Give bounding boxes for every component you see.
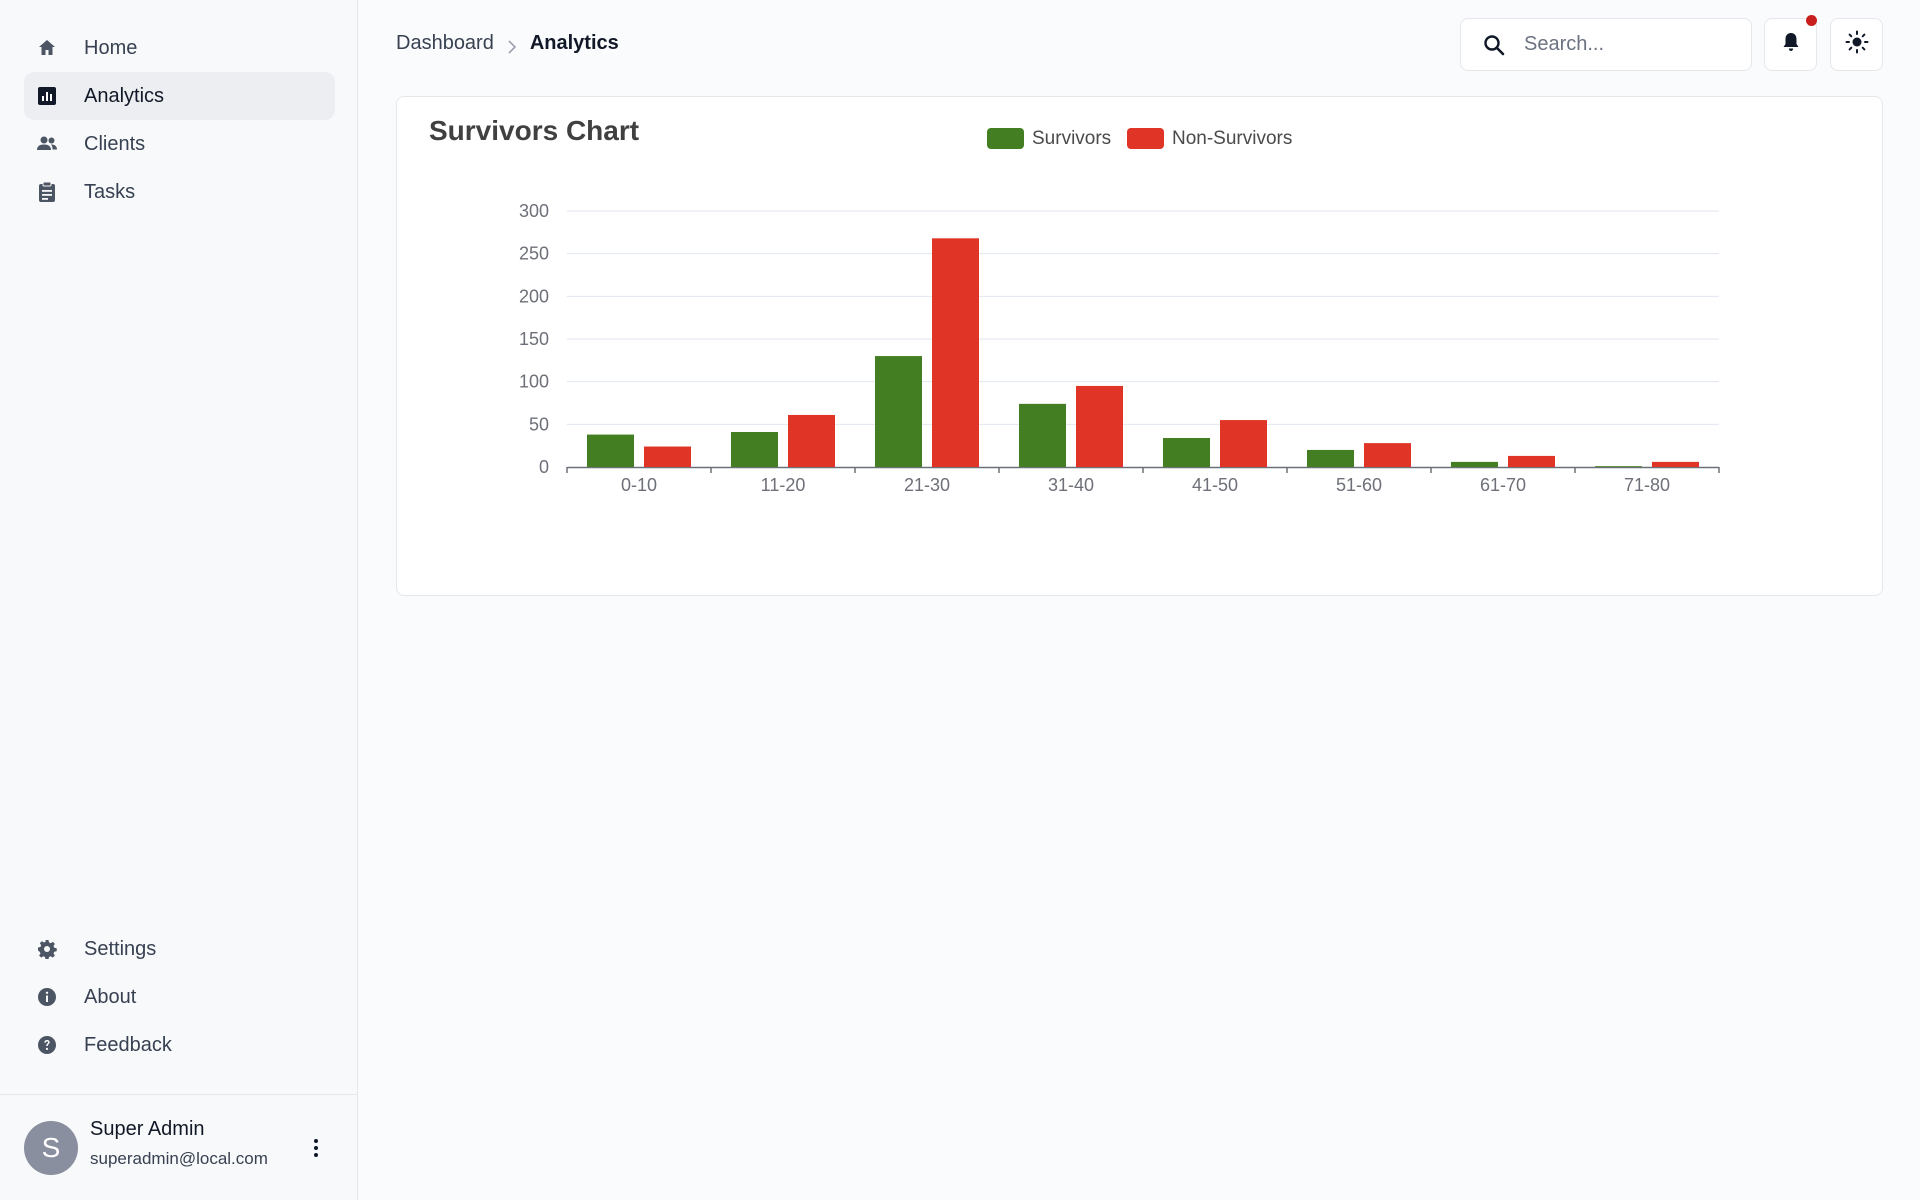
x-tick-label: 31-40: [1048, 475, 1094, 495]
x-tick-label: 0-10: [621, 475, 657, 495]
breadcrumb-dashboard-link[interactable]: Dashboard: [396, 32, 494, 55]
user-email: superadmin@local.com: [90, 1149, 268, 1168]
bar-non-survivors: [644, 446, 691, 467]
search-input[interactable]: [1522, 32, 1746, 57]
notification-dot: [1806, 15, 1817, 26]
sidebar-item-label: Tasks: [84, 180, 136, 203]
bell-icon: [1781, 31, 1801, 58]
y-tick-label: 150: [519, 329, 549, 349]
search-icon: [1482, 33, 1506, 57]
more-vertical-icon[interactable]: [306, 1133, 326, 1163]
gear-icon: [36, 938, 58, 960]
bar-survivors: [587, 434, 634, 467]
x-tick-label: 51-60: [1336, 475, 1382, 495]
sidebar-item-about[interactable]: About: [24, 973, 335, 1021]
chevron-right-icon: [506, 37, 518, 54]
sidebar-item-label: Analytics: [84, 84, 165, 107]
sidebar-item-tasks[interactable]: Tasks: [24, 168, 335, 216]
sidebar-item-label: Feedback: [84, 1033, 172, 1056]
y-tick-label: 100: [519, 372, 549, 392]
sidebar-item-label: Settings: [84, 937, 157, 960]
survivors-chart: Survivors Chart Survivors Non-Survivors 0 50…: [429, 115, 1720, 495]
x-tick-label: 71-80: [1624, 475, 1670, 495]
x-tick-label: 61-70: [1480, 475, 1526, 495]
sidebar-item-label: Clients: [84, 132, 146, 155]
bar-non-survivors: [1076, 385, 1123, 467]
bar-non-survivors: [1364, 443, 1411, 467]
bar-survivors: [1451, 461, 1498, 467]
sidebar-bottom-nav: Settings About Feedback: [24, 925, 335, 1069]
bar-survivors: [1595, 466, 1642, 467]
bar-survivors: [875, 356, 922, 467]
sidebar-item-analytics[interactable]: Analytics: [24, 72, 335, 120]
bar-survivors: [1307, 449, 1354, 467]
user-profile: S Super Admin superadmin@local.com: [0, 1094, 358, 1200]
sidebar: Home Analytics Clients Tasks Settings Ab…: [0, 0, 358, 1200]
x-tick-label: 21-30: [904, 475, 950, 495]
home-icon: [36, 37, 58, 59]
bar-non-survivors: [932, 238, 979, 467]
sidebar-item-settings[interactable]: Settings: [24, 925, 335, 973]
theme-toggle-button[interactable]: [1830, 18, 1883, 71]
y-tick-label: 50: [529, 414, 549, 434]
y-tick-label: 0: [539, 457, 549, 477]
x-tick-label: 11-20: [761, 475, 806, 495]
legend-label: Non-Survivors: [1172, 128, 1292, 149]
bar-survivors: [1019, 403, 1066, 467]
analytics-icon: [36, 85, 58, 107]
y-tick-label: 250: [519, 244, 549, 264]
sidebar-nav: Home Analytics Clients Tasks: [24, 24, 335, 216]
sidebar-item-feedback[interactable]: Feedback: [24, 1021, 335, 1069]
bar-non-survivors: [1652, 461, 1699, 467]
help-icon: [36, 1034, 58, 1056]
bar-survivors: [1163, 437, 1210, 467]
info-icon: [36, 986, 58, 1008]
legend-swatch: [1127, 128, 1164, 149]
clipboard-icon: [36, 181, 58, 203]
breadcrumb-current: Analytics: [529, 32, 619, 54]
sidebar-item-clients[interactable]: Clients: [24, 120, 335, 168]
x-tick-label: 41-50: [1192, 475, 1238, 495]
bar-non-survivors: [1220, 420, 1267, 467]
sidebar-item-home[interactable]: Home: [24, 24, 335, 72]
search-box[interactable]: [1460, 18, 1752, 71]
y-tick-label: 300: [519, 201, 549, 221]
chart-card: Survivors Chart Survivors Non-Survivors 0 50…: [396, 96, 1883, 596]
sun-icon: [1845, 30, 1869, 59]
bar-survivors: [731, 432, 778, 467]
breadcrumb: Dashboard Analytics: [396, 32, 619, 55]
users-icon: [36, 133, 58, 155]
sidebar-item-label: Home: [84, 36, 138, 59]
legend-label: Survivors: [1032, 128, 1111, 149]
y-tick-label: 200: [519, 286, 549, 306]
notifications-button[interactable]: [1764, 15, 1817, 71]
sidebar-item-label: About: [84, 985, 137, 1008]
bar-non-survivors: [788, 414, 835, 467]
chart-title: Survivors Chart: [429, 115, 639, 146]
user-name: Super Admin: [90, 1118, 205, 1140]
legend-swatch: [987, 128, 1024, 149]
bar-non-survivors: [1508, 455, 1555, 467]
avatar[interactable]: S: [24, 1121, 78, 1175]
